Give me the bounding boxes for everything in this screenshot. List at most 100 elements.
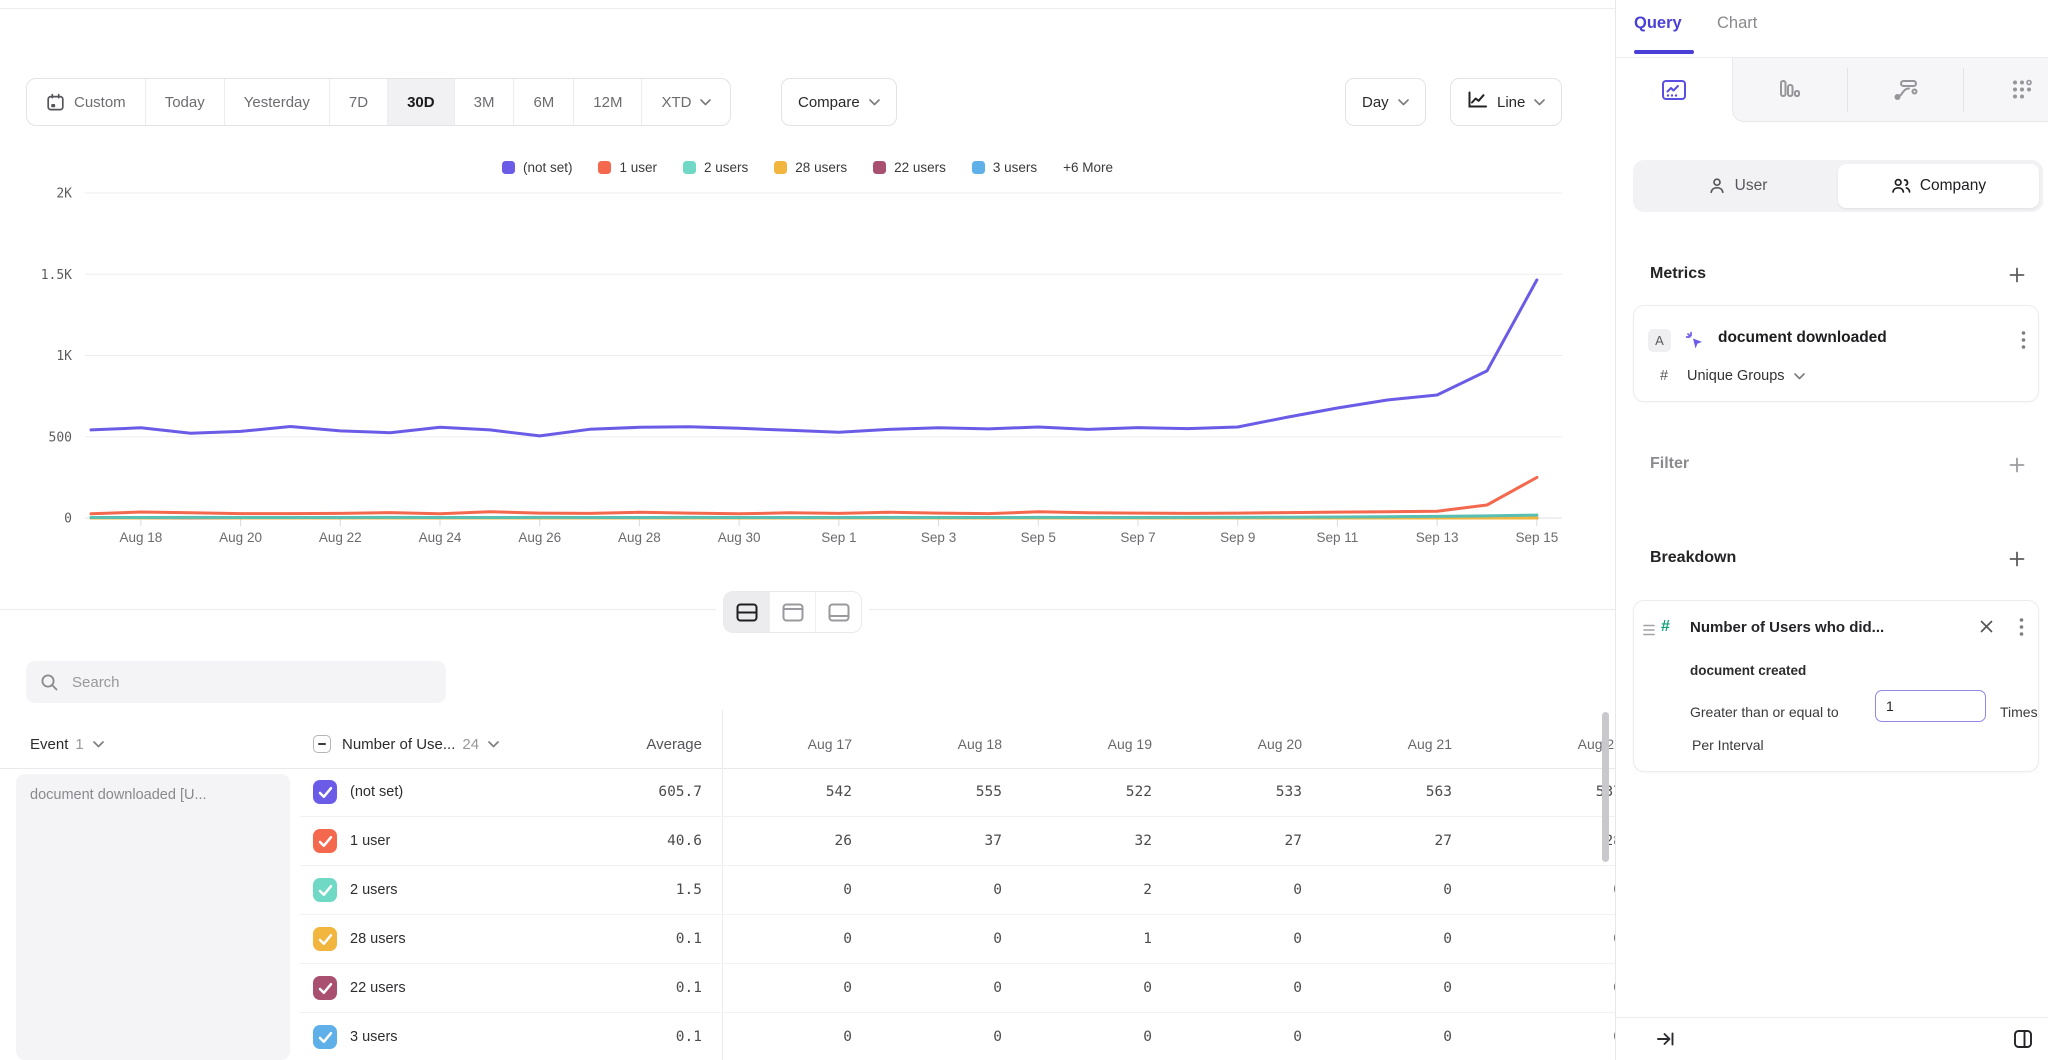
interval-dropdown[interactable]: Day (1345, 78, 1426, 126)
date-range-group: CustomTodayYesterday7D30D3M6M12MXTD (26, 78, 731, 126)
breakdown-event-name[interactable]: document created (1690, 663, 1806, 678)
search-box (26, 661, 446, 703)
series-checkbox[interactable] (313, 780, 337, 804)
tab-query[interactable]: Query (1634, 14, 1682, 33)
chevron-down-icon (700, 99, 711, 106)
legend-item[interactable]: 2 users (683, 160, 748, 175)
metric-kebab-icon[interactable] (2021, 330, 2026, 355)
svg-text:0: 0 (64, 512, 72, 527)
collapse-panel-icon[interactable] (1656, 1030, 1676, 1048)
trend-chart: 05001K1.5K2KAug 18Aug 20Aug 22Aug 24Aug … (0, 180, 1615, 560)
range-yesterday-button[interactable]: Yesterday (224, 79, 329, 125)
series-checkbox[interactable] (313, 927, 337, 951)
series-checkbox[interactable] (313, 829, 337, 853)
breakdown-close-icon[interactable] (1979, 619, 1994, 639)
range-6m-button[interactable]: 6M (513, 79, 573, 125)
range-7d-button[interactable]: 7D (329, 79, 387, 125)
average-value: 0.1 (520, 964, 712, 1013)
aggregation-dropdown[interactable]: Unique Groups (1687, 368, 1805, 384)
compare-button[interactable]: Compare (781, 78, 897, 126)
legend-item[interactable]: 28 users (774, 160, 847, 175)
legend-swatch (502, 161, 515, 174)
metrics-section-title: Metrics (1650, 265, 1706, 283)
legend-swatch (873, 161, 886, 174)
cell-value: 0 (1022, 964, 1172, 1013)
breakdown-per-interval-label[interactable]: Per Interval (1692, 737, 1764, 753)
cell-value: 0 (1022, 1013, 1172, 1060)
table-header: Event 1 Number of Use... 24 Average Aug … (0, 720, 1615, 769)
series-checkbox[interactable] (313, 976, 337, 1000)
chart-type-dropdown[interactable]: Line (1450, 78, 1562, 126)
tab-chart[interactable]: Chart (1717, 14, 1757, 33)
svg-text:Sep 13: Sep 13 (1416, 530, 1459, 545)
chart-type-grid-button[interactable] (1964, 58, 2048, 122)
drag-handle-icon[interactable] (1643, 623, 1655, 642)
date-column-header[interactable]: Aug 19 (1022, 720, 1172, 768)
date-column-header[interactable]: Aug 20 (1172, 720, 1322, 768)
table-scrollbar-thumb[interactable] (1602, 712, 1609, 862)
legend-item[interactable]: 1 user (598, 160, 657, 175)
series-column-header: Number of Use... 24 (313, 720, 499, 768)
svg-text:Aug 18: Aug 18 (119, 530, 162, 545)
split-panel-icon[interactable] (2013, 1029, 2033, 1049)
cell-value: 542 (722, 768, 872, 817)
svg-text:Sep 3: Sep 3 (921, 530, 956, 545)
metric-card[interactable]: A document downloaded # Unique Groups (1633, 305, 2039, 402)
cell-value: 0 (1322, 1013, 1472, 1060)
series-header-label[interactable]: Number of Use... (342, 736, 455, 753)
event-row[interactable]: document downloaded [U... (16, 774, 290, 1060)
chevron-down-icon[interactable] (488, 741, 499, 748)
svg-text:Sep 9: Sep 9 (1220, 530, 1255, 545)
series-checkbox[interactable] (313, 878, 337, 902)
date-column-header[interactable]: Aug 17 (722, 720, 872, 768)
legend-swatch (683, 161, 696, 174)
series-label: 1 user (350, 817, 390, 866)
average-label: Average (646, 736, 702, 753)
add-breakdown-button[interactable] (2008, 550, 2026, 568)
chart-type-line-button[interactable] (1616, 58, 1731, 122)
range-12m-button[interactable]: 12M (573, 79, 641, 125)
metric-name[interactable]: document downloaded (1718, 329, 1887, 347)
legend-item[interactable]: (not set) (502, 160, 573, 175)
breakdown-kebab-icon[interactable] (2019, 617, 2024, 642)
select-all-checkbox[interactable] (313, 735, 331, 753)
cell-value: 0 (1322, 915, 1472, 964)
range-custom-button[interactable]: Custom (27, 79, 145, 125)
add-filter-button[interactable] (2008, 456, 2026, 474)
aggregation-label: Unique Groups (1687, 368, 1785, 384)
legend-item[interactable]: 22 users (873, 160, 946, 175)
chart-legend: (not set) 1 user 2 users 28 users 22 users 3 … (0, 155, 1615, 179)
average-value: 1.5 (520, 866, 712, 915)
range-today-button[interactable]: Today (145, 79, 224, 125)
cell-value: 0 (872, 915, 1022, 964)
scope-company-option[interactable]: Company (1838, 164, 2039, 208)
panel-footer (1616, 1017, 2048, 1060)
event-column-header[interactable]: Event 1 (30, 720, 104, 768)
chart-only-toggle[interactable] (769, 592, 815, 632)
average-column-header[interactable]: Average (520, 720, 702, 768)
add-metric-button[interactable] (2008, 266, 2026, 284)
date-column-header[interactable]: Aug 18 (872, 720, 1022, 768)
search-input[interactable] (70, 673, 432, 692)
table-only-toggle[interactable] (815, 592, 861, 632)
chart-type-flow-button[interactable] (1848, 58, 1963, 122)
breakdown-unit-label: Times (2000, 704, 2038, 720)
breakdown-value-input[interactable] (1875, 690, 1986, 722)
legend-more-button[interactable]: +6 More (1063, 160, 1113, 175)
chart-type-bar-button[interactable] (1732, 58, 1847, 122)
cell-value: 27 (1172, 817, 1322, 866)
series-checkbox[interactable] (313, 1025, 337, 1049)
cell-value: 563 (1322, 768, 1472, 817)
date-column-header[interactable]: Aug 21 (1322, 720, 1472, 768)
range-3m-button[interactable]: 3M (454, 79, 514, 125)
svg-text:Aug 20: Aug 20 (219, 530, 262, 545)
range-xtd-button[interactable]: XTD (641, 79, 730, 125)
split-view-toggle[interactable] (724, 592, 769, 632)
range-30d-button[interactable]: 30D (387, 79, 454, 125)
legend-item[interactable]: 3 users (972, 160, 1037, 175)
metric-letter-badge: A (1648, 329, 1671, 352)
scope-user-option[interactable]: User (1637, 164, 1838, 208)
breakdown-title[interactable]: Number of Users who did... (1690, 619, 1884, 636)
cell-value: 0 (722, 866, 872, 915)
cell-value: 0 (1172, 866, 1322, 915)
